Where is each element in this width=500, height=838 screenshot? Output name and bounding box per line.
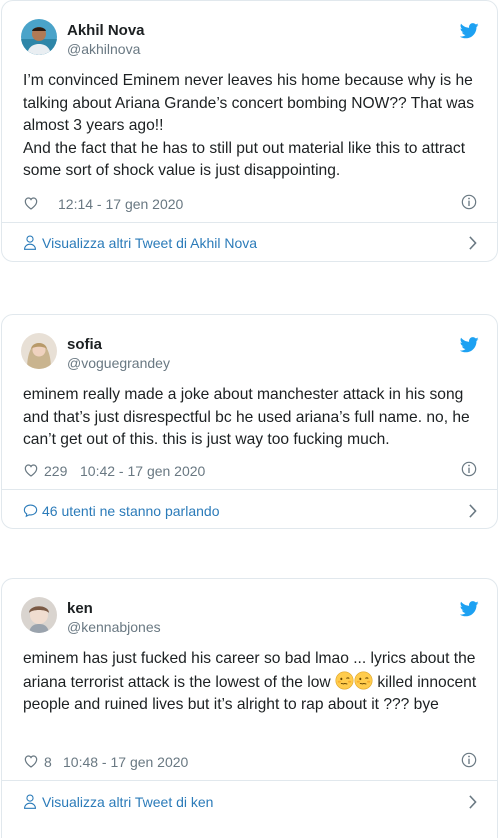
chevron-right-icon <box>468 236 477 250</box>
tweet-text: I’m convinced Eminem never leaves his ho… <box>23 70 479 183</box>
author-handle[interactable]: @voguegrandey <box>67 355 170 371</box>
info-icon[interactable] <box>461 461 477 477</box>
tweet-meta: 229 10:42 - 17 gen 2020 <box>23 462 479 482</box>
tweet-header: sofia @voguegrandey <box>2 315 497 373</box>
conversation-link[interactable]: 46 utenti ne stanno parlando <box>23 502 479 522</box>
like-count[interactable]: 229 <box>44 463 67 479</box>
twitter-bird-icon[interactable] <box>460 337 479 353</box>
tweet-meta: 8 10:48 - 17 gen 2020 <box>23 753 479 773</box>
person-icon <box>23 235 37 250</box>
heart-icon[interactable] <box>23 195 39 211</box>
tweet-text-line: eminem really made a joke about manchest… <box>23 386 470 448</box>
heart-icon[interactable] <box>23 462 39 478</box>
tweet-meta: 12:14 - 17 gen 2020 <box>23 195 479 215</box>
divider <box>2 489 497 490</box>
tweet-timestamp[interactable]: 12:14 - 17 gen 2020 <box>58 196 183 212</box>
info-icon[interactable] <box>461 194 477 210</box>
author-name[interactable]: ken <box>67 600 93 617</box>
tweet-card: sofia @voguegrandey eminem really made a… <box>1 314 498 529</box>
tweet-text: eminem really made a joke about manchest… <box>23 384 479 452</box>
divider <box>2 780 497 781</box>
tweet-text-line: eminem has just fucked his career so bad… <box>23 648 479 717</box>
woozy-face-emoji-icon <box>335 671 354 690</box>
tweet-text-line: I’m convinced Eminem never leaves his ho… <box>23 72 475 134</box>
tweet-header: Akhil Nova @akhilnova <box>2 1 497 59</box>
tweet-text: eminem has just fucked his career so bad… <box>23 648 479 717</box>
twitter-bird-icon[interactable] <box>460 23 479 39</box>
footer-label: Visualizza altri Tweet di ken <box>42 794 214 810</box>
chevron-right-icon <box>468 504 477 518</box>
divider <box>2 222 497 223</box>
tweet-text-line: And the fact that he has to still put ou… <box>23 139 466 180</box>
avatar[interactable] <box>21 333 57 369</box>
chevron-right-icon <box>468 795 477 809</box>
info-icon[interactable] <box>461 752 477 768</box>
footer-label: Visualizza altri Tweet di Akhil Nova <box>42 235 258 251</box>
avatar[interactable] <box>21 597 57 633</box>
tweet-timestamp[interactable]: 10:48 - 17 gen 2020 <box>63 754 188 770</box>
heart-icon[interactable] <box>23 753 39 769</box>
more-tweets-link[interactable]: Visualizza altri Tweet di Akhil Nova <box>23 234 479 254</box>
speech-bubble-icon <box>23 503 38 518</box>
tweet-header: ken @kennabjones <box>2 579 497 637</box>
woozy-face-emoji-icon <box>354 671 373 690</box>
author-handle[interactable]: @akhilnova <box>67 41 140 57</box>
tweet-timestamp[interactable]: 10:42 - 17 gen 2020 <box>80 463 205 479</box>
tweet-card: Akhil Nova @akhilnova I’m convinced Emin… <box>1 0 498 262</box>
twitter-bird-icon[interactable] <box>460 601 479 617</box>
footer-label: 46 utenti ne stanno parlando <box>42 503 220 519</box>
author-name[interactable]: Akhil Nova <box>67 22 145 39</box>
like-count[interactable]: 8 <box>44 754 52 770</box>
author-name[interactable]: sofia <box>67 336 102 353</box>
avatar[interactable] <box>21 19 57 55</box>
person-icon <box>23 794 37 809</box>
tweet-card: ken @kennabjones eminem has just fucked … <box>1 578 498 838</box>
author-handle[interactable]: @kennabjones <box>67 619 161 635</box>
more-tweets-link[interactable]: Visualizza altri Tweet di ken <box>23 793 479 813</box>
